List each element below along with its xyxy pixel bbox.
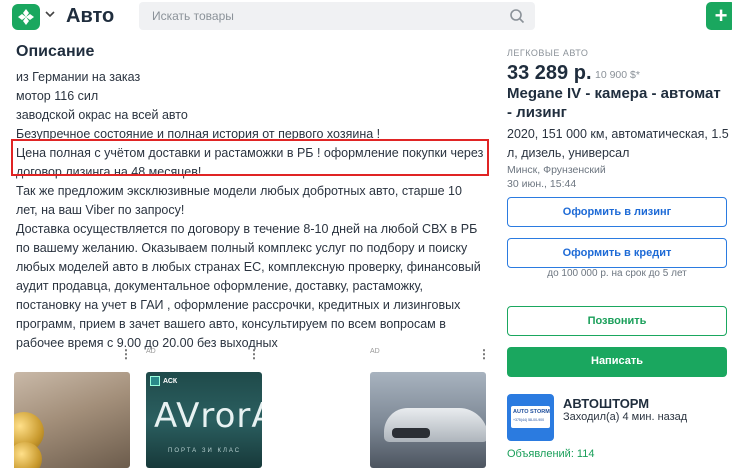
- credit-button[interactable]: Оформить в кредит: [507, 238, 727, 268]
- chevron-down-icon[interactable]: [44, 8, 58, 22]
- ad-image[interactable]: [370, 372, 486, 468]
- more-vert-icon[interactable]: ⋮: [248, 348, 260, 360]
- search-box[interactable]: [139, 2, 535, 30]
- listing-price-usd: 10 900 $*: [595, 69, 640, 81]
- credit-note: до 100 000 р. на срок до 5 лет: [547, 268, 687, 279]
- more-vert-icon[interactable]: ⋮: [478, 348, 486, 360]
- seller-status: Заходил(а) 4 мин. назад: [563, 411, 688, 423]
- description-line: из Германии на заказ: [16, 70, 141, 84]
- search-input[interactable]: [139, 2, 535, 30]
- listing-title: Megane IV - камера - автомат - лизинг: [507, 84, 732, 122]
- listing-specs-line: л, дизель, универсал: [507, 146, 630, 160]
- description-line: аудит продавца, документальное оформлени…: [16, 279, 424, 293]
- seller-avatar[interactable]: AUTO STORM +375(44) 58-00-900: [507, 394, 554, 441]
- description-line: лет, на ваш Viber по запросу!: [16, 203, 185, 217]
- description-line: заводской окрас на всей авто: [16, 108, 188, 122]
- seller-logo-phone: +375(44) 58-00-900: [513, 418, 545, 422]
- ad-card[interactable]: AD ⋮ АСК AVrorA ПОРТА ЗИ КЛАС: [146, 348, 262, 468]
- ad-headline: AVrorA: [154, 396, 262, 436]
- listing-price: 33 289 р.: [507, 62, 592, 84]
- ask-logo-icon: [150, 376, 160, 386]
- add-listing-button[interactable]: +: [706, 2, 732, 30]
- description-line: Доставка осуществляется по договору в те…: [16, 222, 478, 236]
- logo-icon[interactable]: [12, 4, 40, 30]
- listing-specs: 2020, 151 000 км, автоматическая, 1.5 л,…: [507, 125, 732, 163]
- ad-card[interactable]: ⋮: [14, 348, 130, 468]
- ad-image[interactable]: [14, 372, 130, 468]
- description-line: программ, прием в зачет вашего авто, кон…: [16, 317, 446, 331]
- ad-brand-text: АСК: [163, 377, 178, 385]
- description-line: Так же предложим эксклюзивные модели люб…: [16, 184, 462, 198]
- ad-label: AD: [146, 348, 156, 355]
- description-line: по вашему желанию. Оказываем полный комп…: [16, 241, 468, 255]
- ad-subline: ПОРТА ЗИ КЛАС: [168, 448, 242, 454]
- section-title[interactable]: Авто: [66, 4, 114, 28]
- ad-brand-logo: АСК: [150, 376, 177, 386]
- ad-image[interactable]: АСК AVrorA ПОРТА ЗИ КЛАС: [146, 372, 262, 468]
- search-icon[interactable]: [509, 8, 525, 24]
- listing-specs-line: 2020, 151 000 км, автоматическая, 1.5: [507, 127, 729, 141]
- listing-title-line: Megane IV - камера - автомат: [507, 85, 721, 102]
- more-vert-icon[interactable]: ⋮: [120, 348, 130, 360]
- highlight-box: [11, 139, 489, 176]
- call-button[interactable]: Позвонить: [507, 306, 727, 336]
- description-line: любых моделей авто в любых странах ЕС, к…: [16, 260, 481, 274]
- ad-card[interactable]: AD ⋮: [370, 348, 486, 468]
- listing-category[interactable]: ЛЕГКОВЫЕ АВТО: [507, 48, 588, 58]
- listing-date: 30 июн., 15:44: [507, 178, 577, 190]
- ad-label: AD: [370, 348, 380, 355]
- seller-logo-text: AUTO STORM: [513, 409, 550, 415]
- logo-mark-icon: [18, 9, 34, 25]
- description-title: Описание: [16, 43, 95, 60]
- message-button[interactable]: Написать: [507, 347, 727, 377]
- listing-location: Минск, Фрунзенский: [507, 164, 606, 176]
- seller-ads-link[interactable]: Объявлений: 114: [507, 448, 594, 460]
- description-text: из Германии на заказ мотор 116 сил завод…: [16, 68, 494, 353]
- seller-name[interactable]: АВТОШТОРМ: [563, 396, 649, 411]
- top-header: Авто +: [0, 0, 732, 34]
- description-line: мотор 116 сил: [16, 89, 99, 103]
- car-grille-graphic: [392, 428, 430, 438]
- leasing-button[interactable]: Оформить в лизинг: [507, 197, 727, 227]
- listing-title-line: - лизинг: [507, 104, 567, 121]
- description-line: постановку на учет в ГАИ , оформление ра…: [16, 298, 461, 312]
